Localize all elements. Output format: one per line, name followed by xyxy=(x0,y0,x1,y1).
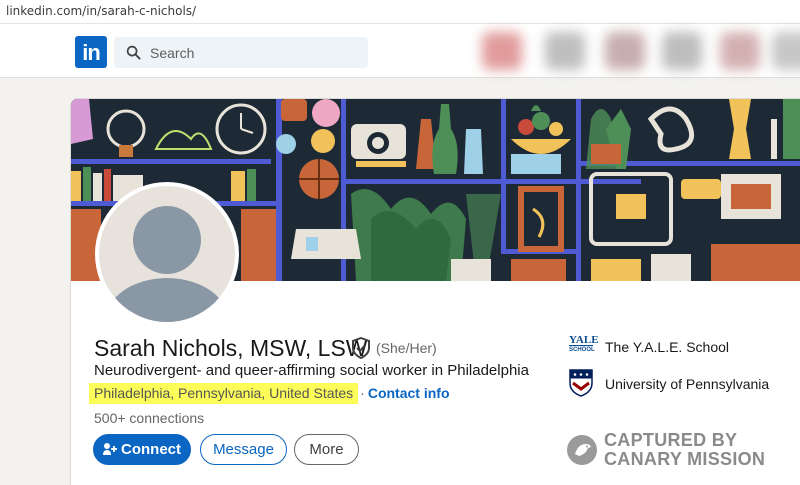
search-input[interactable]: Search xyxy=(114,37,368,68)
location-row: Philadelphia, Pennsylvania, United State… xyxy=(89,383,450,405)
canary-mission-watermark: CAPTURED BY CANARY MISSION xyxy=(566,430,766,470)
penn-shield-logo xyxy=(569,369,593,397)
nav-item-notifications[interactable] xyxy=(720,32,760,70)
browser-url-bar[interactable]: linkedin.com/in/sarah-c-nichols/ xyxy=(0,0,800,24)
connect-label: Connect xyxy=(121,441,181,458)
linkedin-logo[interactable]: in xyxy=(75,36,107,68)
watermark-line-1: CAPTURED BY xyxy=(604,430,738,450)
search-placeholder: Search xyxy=(150,45,195,61)
profile-name: Sarah Nichols, MSW, LSW xyxy=(94,335,368,361)
watermark-line-2: CANARY MISSION xyxy=(604,449,766,469)
yale-logo-subtext: SCHOOL xyxy=(569,347,595,353)
verified-shield-icon[interactable] xyxy=(351,337,371,359)
avatar xyxy=(99,186,235,322)
education-label: The Y.A.L.E. School xyxy=(605,339,730,355)
yale-logo-text: YALE xyxy=(569,334,599,346)
connect-button[interactable]: Connect xyxy=(93,434,191,465)
nav-item-messaging[interactable] xyxy=(662,32,702,70)
nav-item-home[interactable] xyxy=(482,32,522,70)
connections-count[interactable]: 500+ connections xyxy=(94,410,204,426)
message-button[interactable]: Message xyxy=(200,434,287,465)
avatar-placeholder-icon xyxy=(105,206,229,322)
connect-plus-icon xyxy=(103,442,117,455)
url-text: linkedin.com/in/sarah-c-nichols/ xyxy=(6,4,197,18)
search-icon xyxy=(126,45,141,60)
profile-photo-frame[interactable] xyxy=(95,182,239,326)
more-button[interactable]: More xyxy=(294,434,359,465)
profile-headline: Neurodivergent- and queer-affirming soci… xyxy=(94,362,529,379)
nav-item-me[interactable] xyxy=(772,32,800,70)
location-text: Philadelphia, Pennsylvania, United State… xyxy=(89,383,359,404)
contact-info-link[interactable]: Contact info xyxy=(368,385,450,401)
top-navigation: in Search xyxy=(0,24,800,78)
separator-dot: · xyxy=(360,385,365,401)
pronouns: (She/Her) xyxy=(376,340,437,356)
profile-card: Sarah Nichols, MSW, LSW (She/Her) Neurod… xyxy=(70,98,800,485)
nav-item-jobs[interactable] xyxy=(605,32,645,70)
education-label: University of Pennsylvania xyxy=(605,376,770,392)
yale-logo: YALE SCHOOL xyxy=(569,334,599,354)
nav-item-network[interactable] xyxy=(545,32,585,70)
canary-bird-icon xyxy=(567,435,597,465)
watermark-text: CAPTURED BY CANARY MISSION xyxy=(604,431,765,469)
